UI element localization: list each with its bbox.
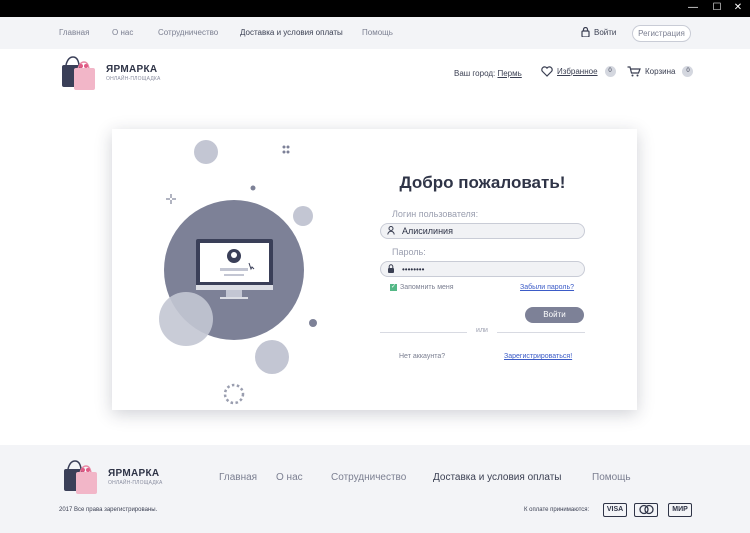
welcome-title: Добро пожаловать! bbox=[399, 173, 566, 192]
remember-label: Запомнить меня bbox=[400, 284, 454, 291]
nav-about[interactable]: О нас bbox=[112, 28, 133, 37]
top-navigation: Главная О нас Сотрудничество Доставка и … bbox=[0, 17, 750, 49]
divider-right bbox=[497, 332, 585, 333]
user-icon bbox=[387, 225, 397, 237]
remember-checkbox[interactable]: ✓ bbox=[390, 284, 397, 291]
cart-link[interactable]: Корзина 0 bbox=[627, 66, 694, 77]
nav-home[interactable]: Главная bbox=[59, 28, 89, 37]
nav-cooperation[interactable]: Сотрудничество bbox=[158, 28, 218, 37]
login-label: Войти bbox=[594, 27, 617, 37]
site-header: ЯРМАРКА ОНЛАЙН-ПЛОЩАДКА Ваш город: Пермь… bbox=[0, 49, 750, 99]
footer-logo-subtitle: ОНЛАЙН-ПЛОЩАДКА bbox=[108, 480, 163, 486]
mastercard-logo bbox=[634, 503, 658, 517]
login-submit-button[interactable]: Войти bbox=[525, 307, 584, 323]
logo[interactable]: ЯРМАРКА ОНЛАЙН-ПЛОЩАДКА bbox=[60, 55, 161, 91]
footer-nav-delivery[interactable]: Доставка и условия оплаты bbox=[433, 472, 562, 483]
favorites-count-badge: 0 bbox=[604, 66, 616, 77]
shopping-bags-icon bbox=[64, 460, 97, 494]
heart-icon bbox=[541, 66, 553, 77]
username-label: Логин пользователя: bbox=[392, 209, 479, 219]
or-separator: или bbox=[467, 327, 497, 334]
forgot-password-link[interactable]: Забыли пароль? bbox=[520, 284, 574, 291]
login-card: Добро пожаловать! Логин пользователя: Ал… bbox=[112, 129, 637, 410]
password-label: Пароль: bbox=[392, 247, 426, 257]
footer-nav-cooperation[interactable]: Сотрудничество bbox=[331, 472, 406, 483]
favorites-label: Избранное bbox=[557, 67, 598, 76]
minimize-button[interactable]: — bbox=[686, 2, 700, 14]
lock-icon bbox=[387, 263, 397, 275]
close-button[interactable]: ✕ bbox=[731, 2, 745, 14]
register-link[interactable]: Зарегистрироваться! bbox=[504, 353, 572, 360]
city-label: Ваш город: bbox=[454, 69, 496, 78]
no-account-text: Нет аккаунта? bbox=[399, 353, 446, 360]
city-selector: Ваш город: Пермь bbox=[454, 69, 522, 78]
footer-logo-title: ЯРМАРКА bbox=[108, 468, 160, 479]
username-field[interactable]: Алисилиния bbox=[380, 223, 585, 239]
payment-label: К оплате принимаются: bbox=[524, 507, 590, 513]
maximize-button[interactable]: ☐ bbox=[710, 2, 724, 14]
footer-nav-home[interactable]: Главная bbox=[219, 472, 257, 483]
cart-icon bbox=[627, 66, 641, 77]
register-button[interactable]: Регистрация bbox=[632, 25, 691, 42]
footer-nav-about[interactable]: О нас bbox=[276, 472, 303, 483]
favorites-link[interactable]: Избранное 0 bbox=[541, 66, 616, 77]
logo-subtitle: ОНЛАЙН-ПЛОЩАДКА bbox=[106, 76, 161, 82]
site-footer: ЯРМАРКА ОНЛАЙН-ПЛОЩАДКА Главная О нас Со… bbox=[0, 445, 750, 533]
city-link[interactable]: Пермь bbox=[497, 69, 521, 78]
mir-logo: МИР bbox=[668, 503, 692, 517]
nav-delivery[interactable]: Доставка и условия оплаты bbox=[240, 28, 343, 37]
lock-icon bbox=[581, 27, 590, 37]
nav-help[interactable]: Помощь bbox=[362, 28, 393, 37]
cart-label: Корзина bbox=[645, 67, 676, 76]
computer-illustration bbox=[159, 140, 317, 405]
footer-nav-help[interactable]: Помощь bbox=[592, 472, 631, 483]
logo-title: ЯРМАРКА bbox=[106, 64, 158, 75]
footer-logo[interactable]: ЯРМАРКА ОНЛАЙН-ПЛОЩАДКА bbox=[62, 459, 163, 495]
visa-logo: VISA bbox=[603, 503, 627, 517]
password-value: •••••••• bbox=[402, 264, 425, 274]
copyright: 2017 Все права зарегистрированы. bbox=[59, 507, 158, 513]
cart-count-badge: 0 bbox=[682, 66, 694, 77]
remember-me[interactable]: ✓ Запомнить меня bbox=[390, 284, 454, 291]
shopping-bags-icon bbox=[62, 56, 95, 90]
divider-left bbox=[380, 332, 468, 333]
username-value: Алисилиния bbox=[402, 226, 453, 236]
password-field[interactable]: •••••••• bbox=[380, 261, 585, 277]
window-titlebar: — ☐ ✕ bbox=[0, 0, 750, 17]
login-link[interactable]: Войти bbox=[581, 27, 616, 37]
